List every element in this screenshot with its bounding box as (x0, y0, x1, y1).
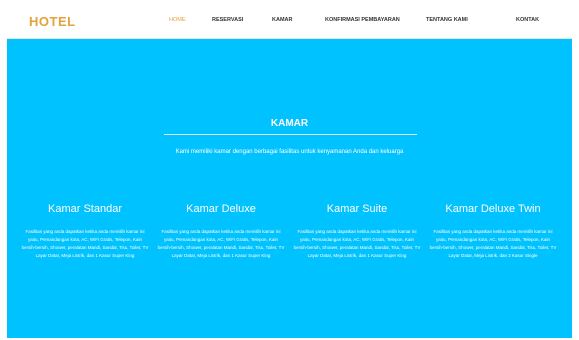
title-divider (164, 134, 417, 135)
nav-item-kamar[interactable]: KAMAR (272, 17, 292, 23)
nav-item-konfirmasi-pembayaran[interactable]: KONFIRMASI PEMBAYARAN (325, 17, 400, 23)
room-description: Fasilitas yang anda dapatkan ketika anda… (21, 229, 149, 258)
nav-item-reservasi[interactable]: RESERVASI (212, 17, 243, 23)
nav-item-kontak[interactable]: KONTAK (516, 17, 539, 23)
room-name[interactable]: Kamar Standar (21, 202, 149, 216)
room-description: Fasilitas yang anda dapatkan ketika anda… (157, 229, 285, 258)
nav-item-home[interactable]: HOME (169, 17, 186, 23)
room-card-deluxe: Kamar Deluxe Fasilitas yang anda dapatka… (157, 202, 285, 260)
nav-menu: HOME RESERVASI KAMAR KONFIRMASI PEMBAYAR… (162, 17, 562, 27)
room-name[interactable]: Kamar Deluxe Twin (429, 202, 557, 216)
room-card-standar: Kamar Standar Fasilitas yang anda dapatk… (21, 202, 149, 260)
section-title: KAMAR (270, 118, 309, 129)
brand-logo[interactable]: HOTEL (29, 14, 76, 29)
room-card-suite: Kamar Suite Fasilitas yang anda dapatkan… (293, 202, 421, 260)
page-frame: HOTEL HOME RESERVASI KAMAR KONFIRMASI PE… (7, 5, 572, 338)
room-description: Fasilitas yang anda dapatkan ketika anda… (293, 229, 421, 258)
room-description: Fasilitas yang anda dapatkan ketika anda… (429, 229, 557, 258)
navbar: HOTEL HOME RESERVASI KAMAR KONFIRMASI PE… (7, 5, 572, 39)
room-card-deluxe-twin: Kamar Deluxe Twin Fasilitas yang anda da… (429, 202, 557, 260)
nav-item-tentang-kami[interactable]: TENTANG KAMI (426, 17, 468, 23)
room-name[interactable]: Kamar Suite (293, 202, 421, 216)
room-name[interactable]: Kamar Deluxe (157, 202, 285, 216)
section-subtitle: Kami memiliki kamar dengan berbagai fasi… (175, 149, 404, 155)
